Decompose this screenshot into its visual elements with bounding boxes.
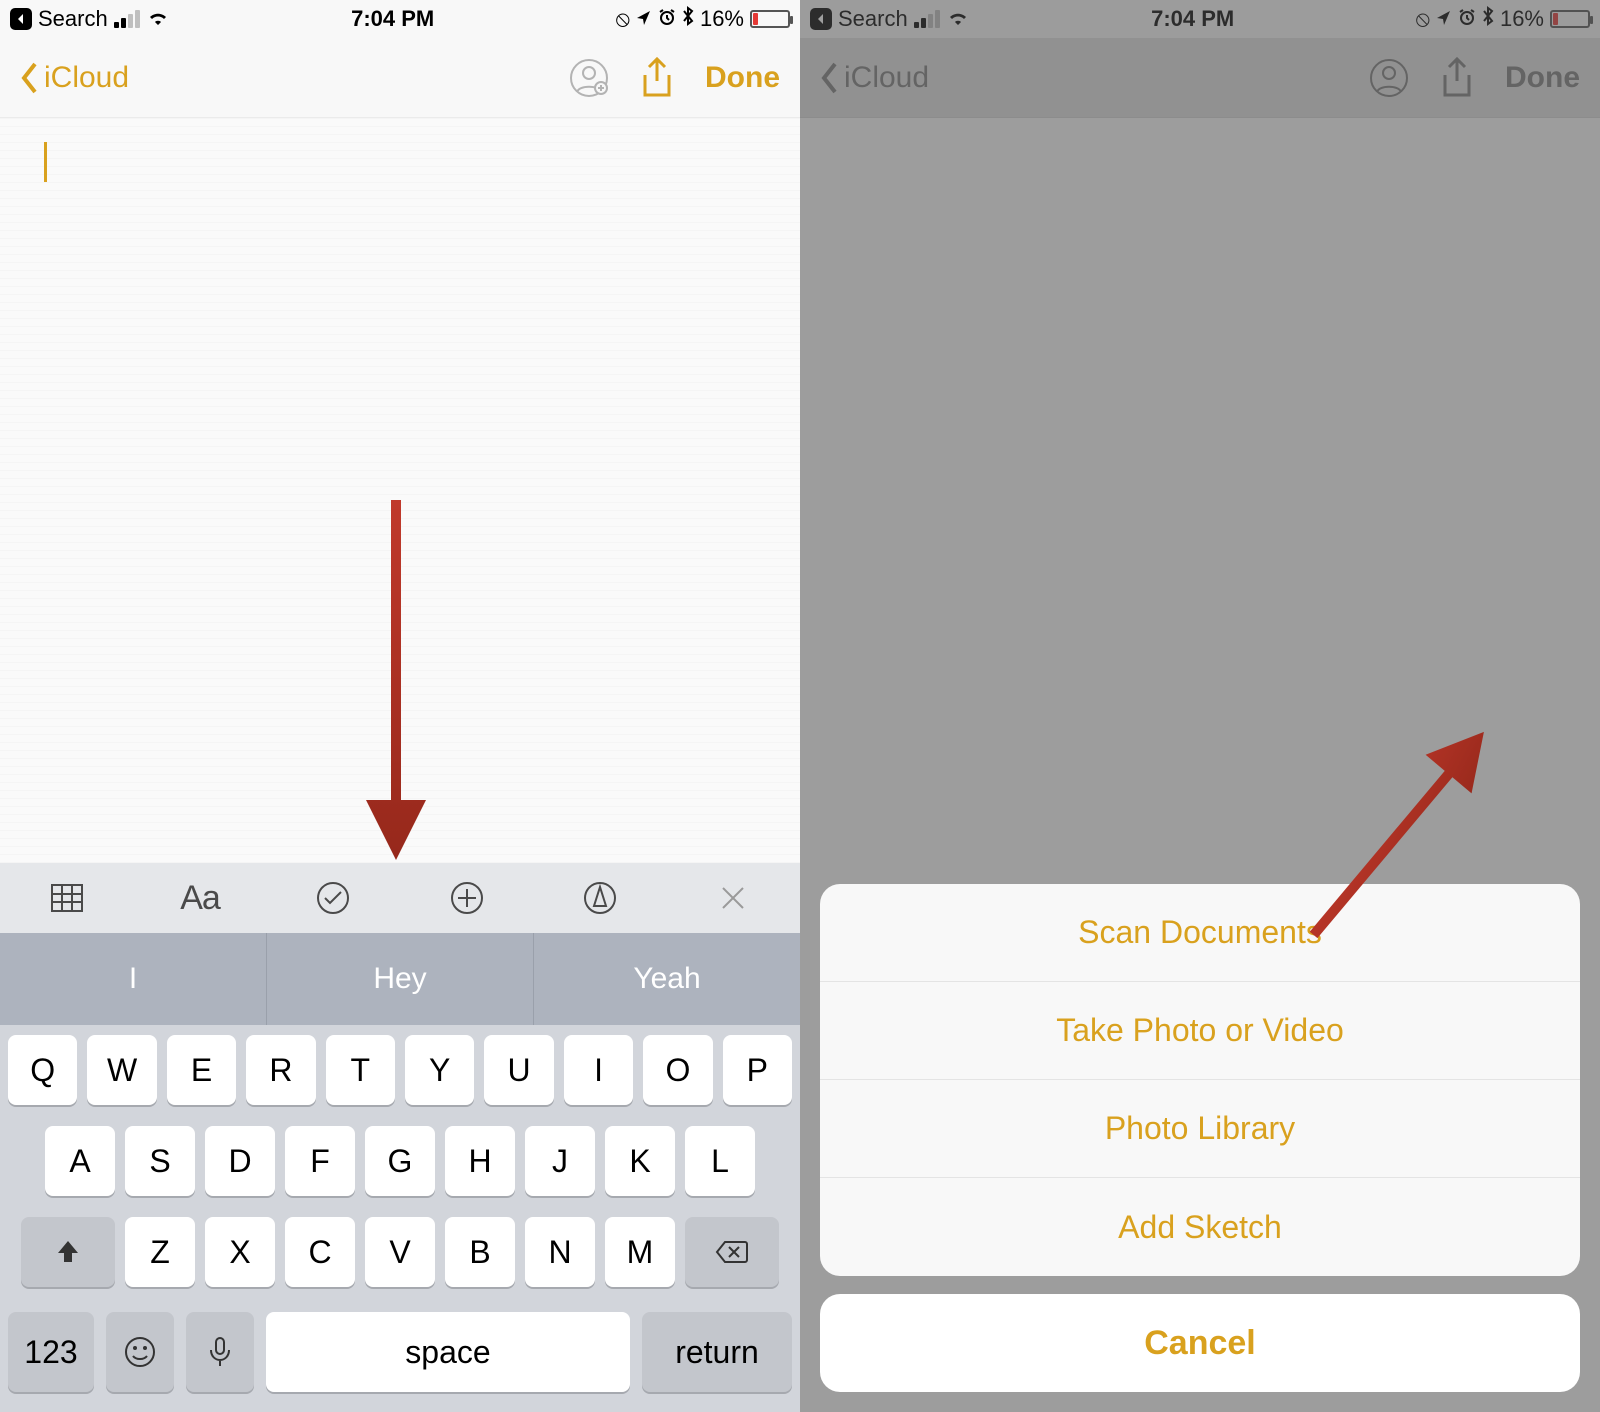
backspace-key[interactable] xyxy=(685,1217,779,1287)
status-left: Search xyxy=(10,6,170,32)
scan-documents-option[interactable]: Scan Documents xyxy=(820,884,1580,982)
key-h[interactable]: H xyxy=(445,1126,515,1196)
key-w[interactable]: W xyxy=(87,1035,156,1105)
table-icon[interactable] xyxy=(39,870,95,926)
status-bar: Search 7:04 PM ⦸ 16% xyxy=(0,0,800,38)
keyboard-row-3: ZXCVBNM xyxy=(0,1207,800,1298)
text-cursor xyxy=(44,142,47,182)
markup-icon[interactable] xyxy=(572,870,628,926)
key-n[interactable]: N xyxy=(525,1217,595,1287)
keyboard-row-1: QWERTYUIOP xyxy=(0,1025,800,1116)
phone-right: Search 7:04 PM ⦸ 16% iCloud xyxy=(800,0,1600,1412)
nav-bar: iCloud Done xyxy=(0,38,800,118)
key-f[interactable]: F xyxy=(285,1126,355,1196)
action-sheet-group: Scan Documents Take Photo or Video Photo… xyxy=(820,884,1580,1276)
key-a[interactable]: A xyxy=(45,1126,115,1196)
key-l[interactable]: L xyxy=(685,1126,755,1196)
dismiss-icon[interactable] xyxy=(705,870,761,926)
cellular-signal-icon xyxy=(114,10,140,28)
checklist-icon[interactable] xyxy=(305,870,361,926)
status-right: ⦸ 16% xyxy=(616,6,790,32)
key-s[interactable]: S xyxy=(125,1126,195,1196)
rotation-lock-icon: ⦸ xyxy=(616,6,630,32)
prediction-row: I Hey Yeah xyxy=(0,933,800,1025)
battery-icon xyxy=(750,10,790,28)
key-p[interactable]: P xyxy=(723,1035,792,1105)
prediction-2[interactable]: Hey xyxy=(267,933,534,1025)
keyboard-row-4: 123 space return xyxy=(0,1298,800,1412)
share-icon[interactable] xyxy=(637,58,677,98)
shift-key[interactable] xyxy=(21,1217,115,1287)
phone-left: Search 7:04 PM ⦸ 16% xyxy=(0,0,800,1412)
key-m[interactable]: M xyxy=(605,1217,675,1287)
key-o[interactable]: O xyxy=(643,1035,712,1105)
status-time: 7:04 PM xyxy=(351,6,434,32)
dictation-key[interactable] xyxy=(186,1312,254,1392)
wifi-icon xyxy=(146,6,170,32)
key-b[interactable]: B xyxy=(445,1217,515,1287)
key-x[interactable]: X xyxy=(205,1217,275,1287)
done-button[interactable]: Done xyxy=(705,61,780,95)
key-d[interactable]: D xyxy=(205,1126,275,1196)
prediction-1[interactable]: I xyxy=(0,933,267,1025)
key-u[interactable]: U xyxy=(484,1035,553,1105)
space-key[interactable]: space xyxy=(266,1312,630,1392)
alarm-icon xyxy=(658,6,676,32)
key-c[interactable]: C xyxy=(285,1217,355,1287)
battery-percent: 16% xyxy=(700,6,744,32)
key-y[interactable]: Y xyxy=(405,1035,474,1105)
collaborator-icon[interactable] xyxy=(569,58,609,98)
location-icon xyxy=(636,6,652,32)
add-sketch-option[interactable]: Add Sketch xyxy=(820,1178,1580,1276)
action-sheet: Scan Documents Take Photo or Video Photo… xyxy=(820,884,1580,1392)
numbers-key[interactable]: 123 xyxy=(8,1312,94,1392)
emoji-key[interactable] xyxy=(106,1312,174,1392)
keyboard-row-2: ASDFGHJKL xyxy=(0,1116,800,1207)
key-z[interactable]: Z xyxy=(125,1217,195,1287)
return-key[interactable]: return xyxy=(642,1312,792,1392)
key-g[interactable]: G xyxy=(365,1126,435,1196)
cancel-button[interactable]: Cancel xyxy=(820,1294,1580,1392)
add-attachment-icon[interactable] xyxy=(439,870,495,926)
key-v[interactable]: V xyxy=(365,1217,435,1287)
search-label: Search xyxy=(38,6,108,32)
back-label: iCloud xyxy=(44,61,129,95)
bluetooth-icon xyxy=(682,6,694,32)
key-r[interactable]: R xyxy=(246,1035,315,1105)
key-k[interactable]: K xyxy=(605,1126,675,1196)
back-button[interactable]: iCloud xyxy=(20,61,129,95)
note-editor[interactable] xyxy=(0,118,800,863)
key-i[interactable]: I xyxy=(564,1035,633,1105)
back-to-search-chip[interactable] xyxy=(10,8,32,30)
photo-library-option[interactable]: Photo Library xyxy=(820,1080,1580,1178)
formatting-bar: Aa xyxy=(0,863,800,933)
key-q[interactable]: Q xyxy=(8,1035,77,1105)
text-format-button[interactable]: Aa xyxy=(172,870,228,926)
key-t[interactable]: T xyxy=(326,1035,395,1105)
take-photo-video-option[interactable]: Take Photo or Video xyxy=(820,982,1580,1080)
key-e[interactable]: E xyxy=(167,1035,236,1105)
prediction-3[interactable]: Yeah xyxy=(534,933,800,1025)
key-j[interactable]: J xyxy=(525,1126,595,1196)
